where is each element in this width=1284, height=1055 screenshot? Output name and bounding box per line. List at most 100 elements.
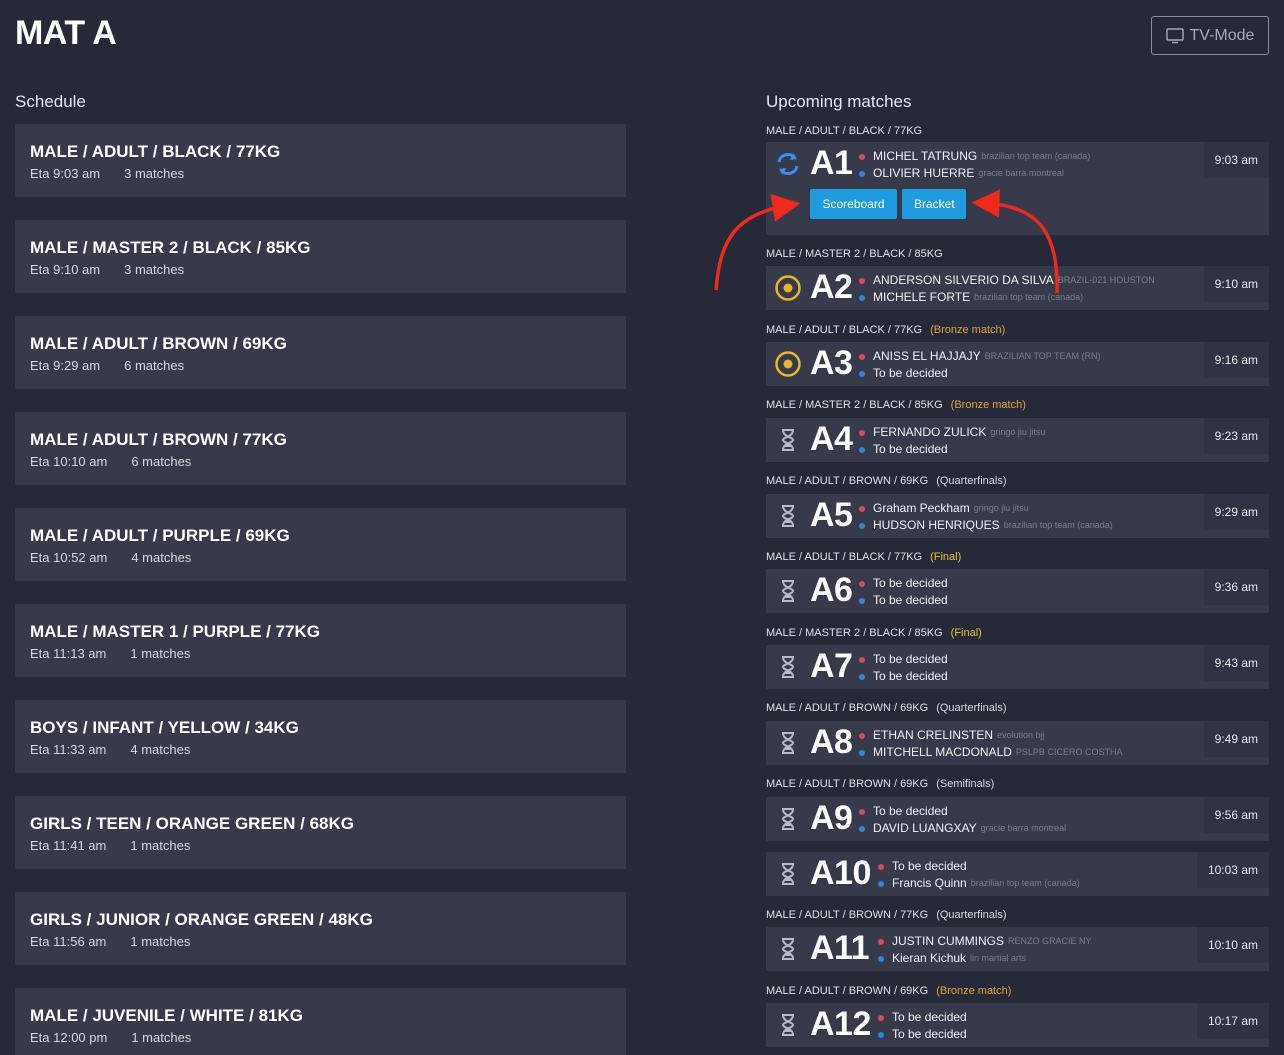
match-card[interactable]: A3 ANISS EL HAJJAJY BRAZILIAN TOP TEAM (RN… (766, 342, 1269, 386)
division-text: MALE / ADULT / BROWN / 69KG (766, 778, 929, 790)
tv-mode-button[interactable]: TV-Mode (1151, 16, 1269, 55)
schedule-card[interactable]: MALE / MASTER 1 / PURPLE / 77KG Eta 11:13… (15, 604, 626, 677)
schedule-card[interactable]: MALE / ADULT / BROWN / 77KG Eta 10:10 am 6… (15, 412, 626, 485)
round-label: (Quarterfinals) (936, 909, 1007, 921)
match-card[interactable]: A5 Graham Peckham gringo jiu jitsu HUDSON H… (766, 494, 1269, 538)
blue-corner-dot (859, 673, 865, 680)
match-card[interactable]: A1 MICHEL TATRUNG brazilian top team (cana… (766, 142, 1269, 235)
competitor-name: To be decided (873, 593, 948, 607)
hourglass-icon (774, 729, 802, 757)
schedule-match-count: 3 matches (124, 262, 185, 277)
bracket-button[interactable]: Bracket (902, 189, 966, 219)
schedule-card-meta: Eta 11:41 am 1 matches (30, 838, 190, 853)
competitor-red: To be decided (878, 1009, 967, 1026)
match-division-label: MALE / ADULT / BROWN / 69KG (Quarterfinal… (766, 702, 1007, 714)
schedule-match-count: 1 matches (131, 1030, 192, 1045)
schedule-match-count: 6 matches (131, 454, 192, 469)
schedule-card[interactable]: MALE / ADULT / PURPLE / 69KG Eta 10:52 am… (15, 508, 626, 581)
competitor-blue: OLIVIER HUERRE gracie barra montreal (859, 165, 1090, 182)
competitor-name: To be decided (873, 366, 948, 380)
schedule-card[interactable]: GIRLS / JUNIOR / ORANGE GREEN / 48KG Eta … (15, 892, 626, 965)
match-card[interactable]: A7 To be decided To be decided 9:43 am (766, 645, 1269, 689)
match-card[interactable]: A10 To be decided Francis Quinn brazilian t… (766, 852, 1269, 896)
match-card[interactable]: A2 ANDERSON SILVERIO DA SILVA BRAZIL-021 H… (766, 266, 1269, 310)
red-corner-dot (859, 732, 865, 739)
schedule-card[interactable]: MALE / ADULT / BLACK / 77KG Eta 9:03 am 3 … (15, 124, 626, 197)
competitor-red: ANISS EL HAJJAJY BRAZILIAN TOP TEAM (RN) (859, 348, 1100, 365)
scoreboard-button[interactable]: Scoreboard (810, 189, 897, 219)
blue-corner-dot (859, 446, 865, 453)
match-number: A10 (810, 854, 871, 892)
schedule-card[interactable]: MALE / JUVENILE / WHITE / 81KG Eta 12:00 … (15, 988, 626, 1055)
schedule-card-title: MALE / ADULT / BROWN / 77KG (30, 430, 287, 449)
competitor-name: ANDERSON SILVERIO DA SILVA (873, 273, 1054, 287)
competitors: To be decided To be decided (859, 651, 948, 685)
match-number: A12 (810, 1005, 871, 1043)
competitor-blue: Francis Quinn brazilian top team (canada) (878, 875, 1080, 892)
schedule-card-meta: Eta 10:10 am 6 matches (30, 454, 191, 469)
match-number: A7 (810, 647, 853, 685)
competitor-name: ANISS EL HAJJAJY (873, 349, 981, 363)
competitors: FERNANDO ZULICK gringo jiu jitsu To be dec… (859, 424, 1045, 458)
red-corner-dot (859, 153, 865, 160)
match-card[interactable]: A12 To be decided To be decided 10:17 am (766, 1003, 1269, 1047)
round-label: (Quarterfinals) (936, 475, 1007, 487)
red-corner-dot (859, 505, 865, 512)
match-division-label: MALE / MASTER 2 / BLACK / 85KG (766, 248, 943, 260)
competitor-team: gracie barra montreal (980, 823, 1067, 833)
match-time: 10:10 am (1196, 927, 1269, 963)
match-number: A1 (810, 144, 853, 182)
schedule-heading: Schedule (15, 92, 86, 111)
schedule-eta: Eta 11:41 am (30, 838, 107, 853)
competitor-red: Graham Peckham gringo jiu jitsu (859, 500, 1113, 517)
schedule-card-meta: Eta 11:33 am 4 matches (30, 742, 190, 757)
competitor-blue: Kieran Kichuk lin martial arts (878, 950, 1092, 967)
competitor-name: DAVID LUANGXAY (873, 821, 977, 835)
competitor-name: To be decided (892, 859, 967, 873)
match-card[interactable]: A8 ETHAN CRELINSTEN evolution bjj MITCHELL … (766, 721, 1269, 765)
competitor-blue: To be decided (878, 1026, 967, 1043)
match-card[interactable]: A11 JUSTIN CUMMINGS RENZO GRACIE NY Kieran … (766, 927, 1269, 971)
blue-corner-dot (859, 825, 865, 832)
schedule-match-count: 4 matches (131, 550, 192, 565)
schedule-card-title: GIRLS / JUNIOR / ORANGE GREEN / 48KG (30, 910, 373, 929)
red-corner-dot (859, 656, 865, 663)
schedule-card-meta: Eta 9:03 am 3 matches (30, 166, 184, 181)
match-card[interactable]: A4 FERNANDO ZULICK gringo jiu jitsu To be d… (766, 418, 1269, 462)
competitors: JUSTIN CUMMINGS RENZO GRACIE NY Kieran Kic… (878, 933, 1092, 967)
match-time: 9:49 am (1203, 721, 1269, 757)
round-label: (Bronze match) (930, 324, 1006, 336)
schedule-card[interactable]: MALE / ADULT / BROWN / 69KG Eta 9:29 am 6 … (15, 316, 626, 389)
competitor-team: BRAZILIAN TOP TEAM (RN) (984, 351, 1101, 361)
match-card[interactable]: A6 To be decided To be decided 9:36 am (766, 569, 1269, 613)
competitor-blue: To be decided (859, 668, 948, 685)
competitor-name: Kieran Kichuk (892, 951, 967, 965)
match-card[interactable]: A9 To be decided DAVID LUANGXAY gracie barr… (766, 797, 1269, 841)
schedule-card-meta: Eta 9:10 am 3 matches (30, 262, 184, 277)
in-progress-icon (774, 350, 802, 378)
competitors: To be decided To be decided (878, 1009, 967, 1043)
schedule-card[interactable]: MALE / MASTER 2 / BLACK / 85KG Eta 9:10 a… (15, 220, 626, 293)
competitor-team: gracie barra montreal (978, 168, 1064, 178)
schedule-eta: Eta 11:56 am (30, 934, 107, 949)
schedule-eta: Eta 11:33 am (30, 742, 107, 757)
match-number: A9 (810, 799, 853, 837)
schedule-card[interactable]: GIRLS / TEEN / ORANGE GREEN / 68KG Eta 11… (15, 796, 626, 869)
red-corner-dot (859, 580, 865, 587)
blue-corner-dot (859, 749, 865, 756)
schedule-card[interactable]: BOYS / INFANT / YELLOW / 34KG Eta 11:33 a… (15, 700, 626, 773)
match-division-label: MALE / MASTER 2 / BLACK / 85KG (Bronze ma… (766, 399, 1026, 411)
hourglass-icon (774, 577, 802, 605)
competitor-name: HUDSON HENRIQUES (873, 518, 1000, 532)
match-division-label: MALE / ADULT / BROWN / 69KG (Bronze match… (766, 985, 1011, 997)
competitor-red: ETHAN CRELINSTEN evolution bjj (859, 727, 1122, 744)
competitor-team: lin martial arts (970, 953, 1027, 963)
blue-corner-dot (878, 955, 884, 962)
competitor-name: Graham Peckham (873, 501, 970, 515)
division-text: MALE / ADULT / BROWN / 69KG (766, 985, 929, 997)
schedule-card-meta: Eta 9:29 am 6 matches (30, 358, 184, 373)
match-number: A6 (810, 571, 853, 609)
competitor-team: brazilian top team (canada) (981, 151, 1091, 161)
competitor-team: gringo jiu jitsu (973, 503, 1029, 513)
tv-icon (1165, 27, 1184, 43)
